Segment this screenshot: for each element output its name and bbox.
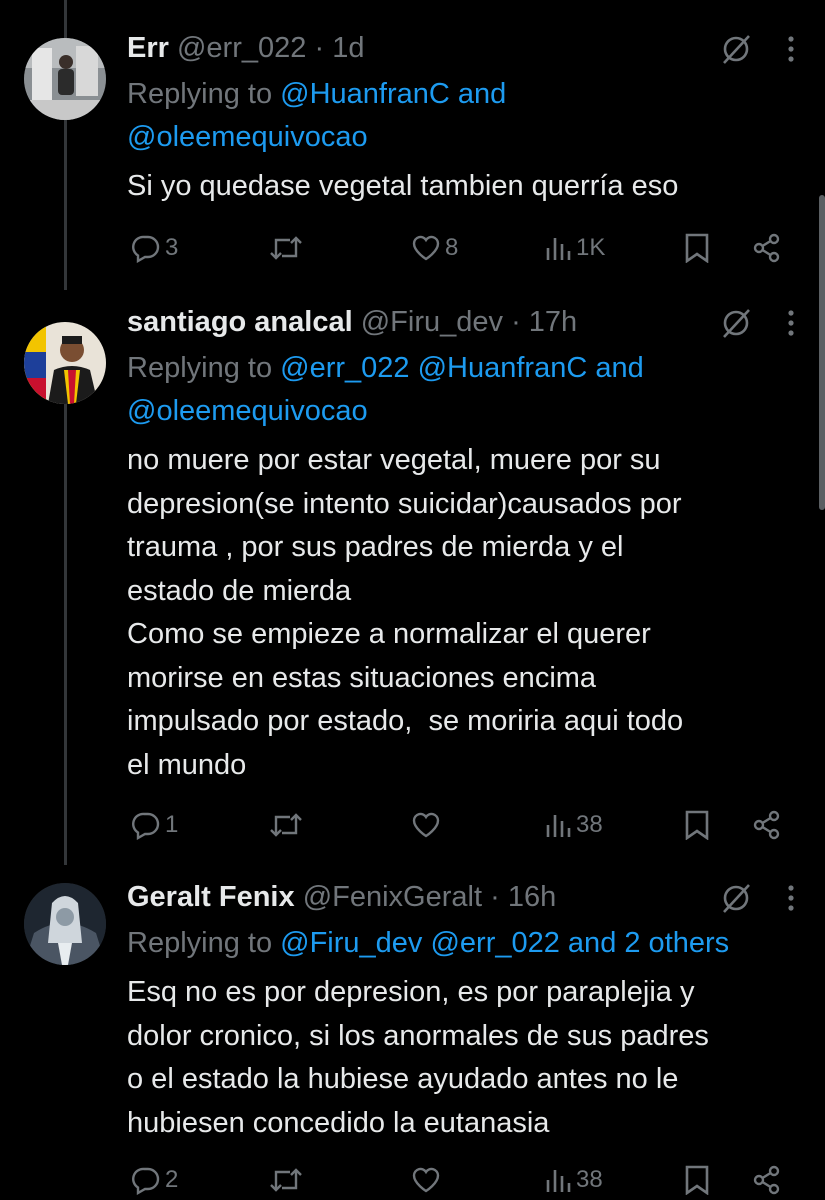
reply-count: 1 [165,811,179,838]
view-count: 38 [576,811,603,838]
display-name[interactable]: santiago analcal [127,306,353,338]
reply-icon [131,810,161,840]
bookmark-icon [684,810,710,840]
views-button[interactable]: 1K [544,234,684,262]
retweet-icon [269,1165,303,1195]
user-handle[interactable]: @err_022 [177,32,306,64]
thread-connector [64,395,67,865]
views-icon [544,234,572,262]
like-count: 8 [445,234,459,261]
view-count: 38 [576,1166,603,1193]
reply-mentions[interactable]: @err_022 @HuanfranC and [280,352,644,384]
more-icon[interactable] [787,36,795,62]
timestamp[interactable]: 16h [508,881,556,913]
reply-count: 2 [165,1166,179,1193]
reply-mentions[interactable]: @HuanfranC and [280,78,506,110]
scrollbar[interactable] [819,195,825,510]
reply-mentions[interactable]: @oleemequivocao [127,121,368,153]
like-icon [411,1166,441,1194]
avatar[interactable] [24,322,106,404]
retweet-icon [269,810,303,840]
grok-icon[interactable] [719,32,753,66]
bookmark-button[interactable] [684,1165,752,1195]
share-button[interactable] [752,810,782,840]
reply-button[interactable]: 2 [131,1165,269,1195]
share-button[interactable] [752,233,782,263]
avatar[interactable] [24,883,106,965]
separator: · [314,32,325,64]
reply-icon [131,233,161,263]
views-icon [544,1166,572,1194]
user-handle[interactable]: @FenixGeralt [303,881,482,913]
share-button[interactable] [752,1165,782,1195]
like-button[interactable] [411,1166,544,1194]
more-icon[interactable] [787,310,795,336]
views-button[interactable]: 38 [544,811,684,839]
reply-mentions[interactable]: @Firu_dev @err_022 and 2 others [280,927,729,959]
tweet-text: Si yo quedase vegetal tambien querría es… [127,170,679,202]
grok-icon[interactable] [719,306,753,340]
views-icon [544,811,572,839]
separator: · [490,881,500,913]
reply-icon [131,1165,161,1195]
user-handle[interactable]: @Firu_dev [361,306,503,338]
like-icon [411,234,441,262]
retweet-button[interactable] [269,1165,411,1195]
share-icon [752,1165,782,1195]
grok-icon[interactable] [719,881,753,915]
bookmark-button[interactable] [684,810,752,840]
more-icon[interactable] [787,885,795,911]
retweet-button[interactable] [269,233,411,263]
like-button[interactable] [411,811,544,839]
reply-button[interactable]: 1 [131,810,269,840]
reply-button[interactable]: 3 [131,233,269,263]
views-button[interactable]: 38 [544,1166,684,1194]
separator: · [511,306,521,338]
share-icon [752,233,782,263]
like-icon [411,811,441,839]
display-name[interactable]: Geralt Fenix [127,881,295,913]
replying-to-label: Replying to [127,927,273,959]
view-count: 1K [576,234,606,261]
reply-mentions[interactable]: @oleemequivocao [127,395,368,427]
tweet-text: Esq no es por depresion, es por paraplej… [127,976,709,1139]
avatar[interactable] [24,38,106,120]
tweet-text: no muere por estar vegetal, muere por su… [127,444,684,781]
reply-count: 3 [165,234,179,261]
retweet-icon [269,233,303,263]
timestamp[interactable]: 1d [332,32,364,64]
replying-to-label: Replying to [127,352,273,384]
bookmark-button[interactable] [684,233,752,263]
replying-to-label: Replying to [127,78,273,110]
retweet-button[interactable] [269,810,411,840]
share-icon [752,810,782,840]
bookmark-icon [684,1165,710,1195]
bookmark-icon [684,233,710,263]
timestamp[interactable]: 17h [529,306,577,338]
display-name[interactable]: Err [127,32,169,64]
like-button[interactable]: 8 [411,234,544,262]
